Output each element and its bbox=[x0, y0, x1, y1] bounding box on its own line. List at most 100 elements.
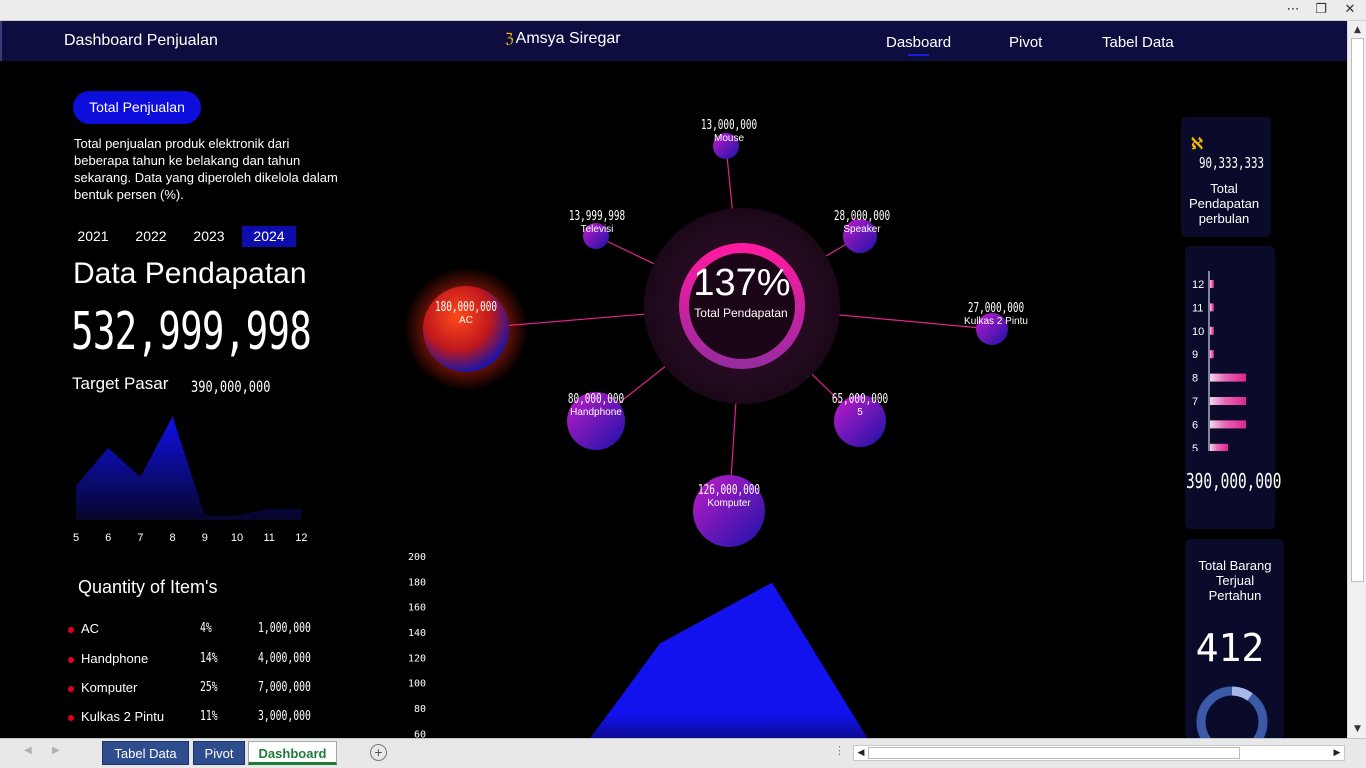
author-name-text: Amsya Siregar bbox=[515, 30, 621, 47]
data-pendapatan-title: Data Pendapatan bbox=[73, 257, 307, 290]
bubble-name: Handphone bbox=[570, 407, 622, 418]
x-tick-label: 9 bbox=[202, 532, 208, 544]
bubble-value: 126,000,000 bbox=[698, 483, 760, 498]
data-point bbox=[771, 582, 773, 584]
nav-link-dasboard[interactable]: Dasboard bbox=[886, 34, 951, 56]
vertical-scrollbar[interactable]: ▲ ▼ bbox=[1347, 21, 1366, 738]
monthly-income-label: Total Pendapatan perbulan bbox=[1188, 181, 1260, 226]
splitter-icon[interactable]: ⋮ bbox=[834, 744, 845, 757]
data-point bbox=[236, 515, 238, 516]
bubble-value: 180,000,000 bbox=[435, 300, 497, 315]
bullet-icon bbox=[68, 627, 74, 633]
bubble-name: Kulkas 2 Pintu bbox=[964, 316, 1028, 327]
sheet-tab-dashboard[interactable]: Dashboard bbox=[248, 741, 337, 765]
items-sold-value: 412 bbox=[1195, 626, 1265, 670]
bubble-value: 13,000,000 bbox=[700, 118, 758, 133]
year-2021[interactable]: 2021 bbox=[66, 226, 120, 247]
bubble-label-kulkas: 27,000,000 Kulkas 2 Pintu bbox=[957, 301, 1035, 327]
bar-category-label: 8 bbox=[1192, 373, 1198, 385]
yearly-area-chart: 200 180 160 140 120 100 80 60 bbox=[408, 552, 868, 738]
scroll-left-icon[interactable]: ◀ bbox=[854, 746, 868, 760]
quantity-item-percent: 4% bbox=[200, 621, 212, 636]
bubble-label-komputer: 126,000,000 Komputer bbox=[686, 483, 772, 509]
bubble-label-handphone: 80,000,000 Handphone bbox=[557, 392, 635, 418]
data-point bbox=[139, 476, 141, 478]
add-sheet-icon[interactable]: + bbox=[370, 744, 387, 761]
bullet-icon bbox=[68, 715, 74, 721]
quantity-item-value: 7,000,000 bbox=[258, 680, 311, 695]
bubble-name: Mouse bbox=[713, 133, 744, 144]
nav-link-pivot[interactable]: Pivot bbox=[1009, 34, 1042, 51]
y-tick-label: 120 bbox=[408, 653, 426, 664]
quantity-item-name: Kulkas 2 Pintu bbox=[81, 709, 165, 724]
sheet-tab-bar: ◀ ▶ Tabel Data Pivot Dashboard + ⋮ ◀ ▶ bbox=[0, 738, 1366, 768]
bubble-name: Komputer bbox=[707, 498, 751, 509]
target-pasar-label: Target Pasar bbox=[72, 374, 169, 393]
navbar: Dashboard Penjualan ℨ Amsya Siregar Dasbo… bbox=[0, 21, 1347, 61]
bullet-icon bbox=[68, 686, 74, 692]
bar-category-label: 6 bbox=[1192, 419, 1198, 431]
sheet-tab-pivot[interactable]: Pivot bbox=[193, 741, 245, 765]
horizontal-scroll-thumb[interactable] bbox=[868, 747, 1240, 759]
next-sheet-icon[interactable]: ▶ bbox=[52, 745, 60, 756]
nav-link-tabel-data[interactable]: Tabel Data bbox=[1102, 34, 1174, 51]
quantity-row: Kulkas 2 Pintu 11% 3,000,000 bbox=[68, 709, 328, 727]
quantity-row: Handphone 14% 4,000,000 bbox=[68, 651, 328, 669]
bar-category-label: 11 bbox=[1192, 302, 1203, 314]
total-pendapatan-value: 532,999,998 bbox=[71, 302, 312, 362]
bubble-value: 80,000,000 bbox=[567, 392, 625, 407]
summary-description: Total penjualan produk elektronik dari b… bbox=[74, 136, 338, 202]
bar bbox=[1210, 326, 1214, 335]
quantity-item-percent: 14% bbox=[200, 651, 218, 666]
close-icon[interactable]: ✕ bbox=[1336, 1, 1364, 19]
y-tick-label: 160 bbox=[408, 603, 426, 614]
excel-window: ⋯ ❐ ✕ Dashboard Penjualan ℨ Amsya Siregar… bbox=[0, 0, 1366, 768]
monthly-income-value: 90,333,333 bbox=[1199, 154, 1265, 172]
window-titlebar: ⋯ ❐ ✕ bbox=[0, 0, 1366, 21]
x-tick-label: 7 bbox=[137, 532, 143, 544]
data-point bbox=[268, 508, 270, 510]
x-tick-label: 5 bbox=[73, 532, 79, 544]
vertical-scroll-thumb[interactable] bbox=[1351, 38, 1364, 582]
quantity-row: AC 4% 1,000,000 bbox=[68, 621, 328, 639]
bubble-label-5: 65,000,000 5 bbox=[821, 392, 899, 418]
y-tick-label: 80 bbox=[414, 704, 426, 715]
scroll-up-icon[interactable]: ▲ bbox=[1350, 23, 1365, 37]
year-2024[interactable]: 2024 bbox=[242, 226, 296, 247]
total-penjualan-pill[interactable]: Total Penjualan bbox=[73, 91, 201, 124]
year-2023[interactable]: 2023 bbox=[182, 226, 236, 247]
bubble-name: Televisi bbox=[580, 224, 614, 235]
bar bbox=[1210, 397, 1246, 405]
data-point bbox=[300, 508, 302, 510]
area-series bbox=[76, 416, 302, 520]
author-logo-icon: ℨ bbox=[505, 30, 514, 46]
bubble-label-speaker: 28,000,000 Speaker bbox=[823, 209, 901, 235]
scroll-right-icon[interactable]: ▶ bbox=[1330, 746, 1344, 760]
hub-percent: 137% bbox=[693, 262, 791, 304]
bar-category-label: 7 bbox=[1192, 396, 1198, 408]
horizontal-scrollbar[interactable]: ◀ ▶ bbox=[853, 745, 1345, 761]
bubble-value: 13,999,998 bbox=[568, 209, 626, 224]
x-tick-label: 6 bbox=[105, 532, 111, 544]
bubble-label-mouse: 13,000,000 Mouse bbox=[690, 118, 768, 144]
prev-sheet-icon[interactable]: ◀ bbox=[24, 745, 32, 756]
sheet-tab-tabel-data[interactable]: Tabel Data bbox=[102, 741, 189, 765]
area-series bbox=[590, 582, 868, 738]
more-options-icon[interactable]: ⋯ bbox=[1279, 1, 1307, 19]
y-tick-label: 200 bbox=[408, 552, 426, 563]
bar bbox=[1210, 350, 1214, 359]
bar-category-label: 12 bbox=[1192, 279, 1204, 291]
bubble-label-ac: 180,000,000 AC bbox=[423, 300, 509, 326]
year-2022[interactable]: 2022 bbox=[124, 226, 178, 247]
bar-category-label: 5 bbox=[1192, 443, 1198, 451]
quantity-row: Komputer 25% 7,000,000 bbox=[68, 680, 328, 698]
quantity-item-percent: 25% bbox=[200, 680, 218, 695]
bar bbox=[1210, 443, 1228, 451]
bubble-value: 28,000,000 bbox=[833, 209, 891, 224]
donut-ring bbox=[1196, 686, 1268, 738]
bubble-ac[interactable] bbox=[423, 286, 509, 372]
scroll-down-icon[interactable]: ▼ bbox=[1350, 722, 1365, 736]
author-name: ℨ Amsya Siregar bbox=[505, 30, 621, 48]
restore-icon[interactable]: ❐ bbox=[1307, 1, 1335, 19]
bar bbox=[1210, 280, 1214, 288]
